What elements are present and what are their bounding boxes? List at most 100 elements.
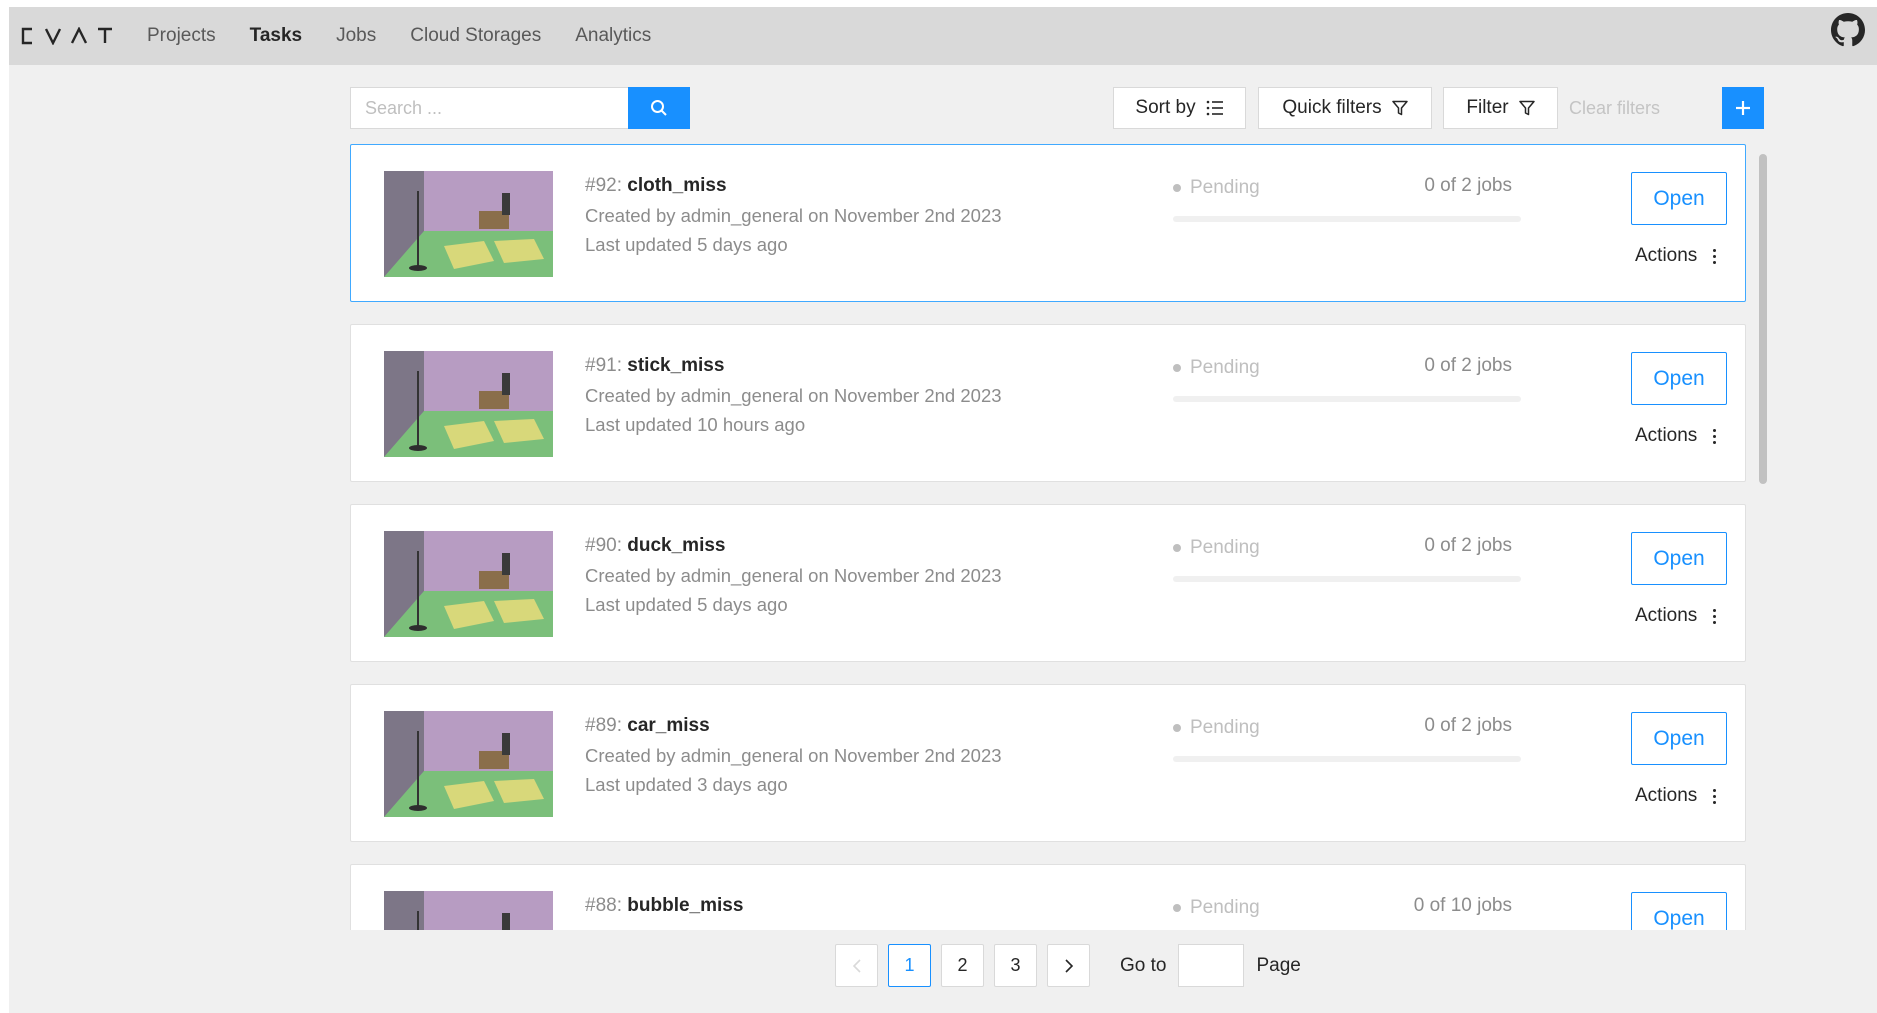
filter-label: Filter [1466,97,1509,118]
sort-list-icon [1206,100,1223,116]
github-icon[interactable] [1831,13,1865,47]
open-task-button[interactable]: Open [1631,712,1727,765]
goto-label: Go to [1120,954,1167,976]
status-dot-icon [1173,184,1181,192]
page-2-button[interactable]: 2 [941,944,984,987]
task-preview-image[interactable] [384,891,553,930]
page-label: Page [1256,954,1301,976]
task-actions-menu[interactable]: Actions [1635,425,1717,447]
task-status: Pending [1173,177,1260,199]
clear-filters-button[interactable]: Clear filters [1569,87,1660,129]
cvat-logo[interactable] [20,27,130,45]
task-actions-menu[interactable]: Actions [1635,785,1717,807]
chevron-left-icon [852,958,861,973]
next-page-button[interactable] [1047,944,1090,987]
open-task-button[interactable]: Open [1631,892,1727,930]
search-button[interactable] [628,87,690,129]
quick-filters-button[interactable]: Quick filters [1258,87,1432,129]
task-jobs-count: 0 of 2 jobs [1424,715,1512,736]
task-progress-bar [1173,576,1521,582]
task-id: #90: [585,535,622,556]
task-actions-label: Actions [1635,605,1698,626]
task-actions-menu[interactable]: Actions [1635,245,1717,267]
task-status-label: Pending [1190,177,1260,198]
task-name[interactable]: cloth_miss [627,175,726,196]
sort-by-label: Sort by [1135,97,1196,118]
open-task-button[interactable]: Open [1631,532,1727,585]
task-status-label: Pending [1190,357,1260,378]
filter-button[interactable]: Filter [1443,87,1558,129]
task-updated-info: Last updated 5 days ago [585,234,788,255]
nav-projects[interactable]: Projects [147,25,216,47]
task-card: #89: car_miss Created by admin_general o… [350,684,1746,842]
task-title: #88: bubble_miss [585,895,743,917]
task-preview-image[interactable] [384,351,553,457]
more-vertical-icon [1713,608,1717,624]
pagination: 1 2 3 Go to Page [835,944,1301,987]
preview-image [384,171,553,277]
task-updated-info: Last updated 5 days ago [585,594,788,615]
task-progress-bar [1173,756,1521,762]
task-status: Pending [1173,537,1260,559]
status-dot-icon [1173,904,1181,912]
more-vertical-icon [1713,788,1717,804]
goto-page-input[interactable] [1178,944,1245,987]
preview-image [384,351,553,457]
task-card: #91: stick_miss Created by admin_general… [350,324,1746,482]
search-icon [651,100,667,116]
task-actions-label: Actions [1635,245,1698,266]
status-dot-icon [1173,724,1181,732]
task-title: #92: cloth_miss [585,175,727,197]
task-preview-image[interactable] [384,711,553,817]
status-dot-icon [1173,364,1181,372]
task-created-info: Created by admin_general on November 2nd… [585,565,1002,586]
preview-image [384,531,553,637]
task-created-info: Created by admin_general on November 2nd… [585,745,1002,766]
task-preview-image[interactable] [384,171,553,277]
cvat-logo-icon [21,27,112,45]
task-created-info: Created by admin_general on November 2nd… [585,385,1002,406]
task-id: #89: [585,715,622,736]
open-task-button[interactable]: Open [1631,352,1727,405]
task-name[interactable]: duck_miss [627,535,725,556]
task-jobs-count: 0 of 2 jobs [1424,175,1512,196]
task-card: #88: bubble_miss Pending 0 of 10 jobs Op… [350,864,1746,930]
task-preview-image[interactable] [384,531,553,637]
app-root: Projects Tasks Jobs Cloud Storages Analy… [9,7,1877,1013]
main-nav: Projects Tasks Jobs Cloud Storages Analy… [130,25,685,47]
task-updated-info: Last updated 10 hours ago [585,414,806,435]
task-card: #92: cloth_miss Created by admin_general… [350,144,1746,302]
prev-page-button[interactable] [835,944,878,987]
goto-page: Go to Page [1120,944,1301,987]
page-3-button[interactable]: 3 [994,944,1037,987]
task-actions-label: Actions [1635,785,1698,806]
task-jobs-count: 0 of 2 jobs [1424,355,1512,376]
sort-by-button[interactable]: Sort by [1113,87,1246,129]
task-status-label: Pending [1190,717,1260,738]
task-actions-menu[interactable]: Actions [1635,605,1717,627]
nav-jobs[interactable]: Jobs [336,25,376,47]
create-task-button[interactable] [1722,87,1764,129]
task-progress-bar [1173,396,1521,402]
top-header: Projects Tasks Jobs Cloud Storages Analy… [9,7,1877,65]
task-status: Pending [1173,717,1260,739]
funnel-icon [1518,100,1535,116]
task-title: #90: duck_miss [585,535,726,557]
chevron-right-icon [1064,958,1073,973]
task-status-label: Pending [1190,897,1260,918]
nav-tasks[interactable]: Tasks [250,25,302,47]
task-status: Pending [1173,357,1260,379]
list-scrollbar[interactable] [1759,154,1767,484]
open-task-button[interactable]: Open [1631,172,1727,225]
task-list: #92: cloth_miss Created by admin_general… [350,144,1765,930]
task-name[interactable]: bubble_miss [627,895,743,916]
task-id: #92: [585,175,622,196]
task-name[interactable]: stick_miss [627,355,724,376]
nav-cloud-storages[interactable]: Cloud Storages [410,25,541,47]
plus-icon [1736,101,1750,115]
task-name[interactable]: car_miss [627,715,709,736]
search-input[interactable] [350,87,628,129]
task-updated-info: Last updated 3 days ago [585,774,788,795]
nav-analytics[interactable]: Analytics [575,25,651,47]
page-1-button[interactable]: 1 [888,944,931,987]
